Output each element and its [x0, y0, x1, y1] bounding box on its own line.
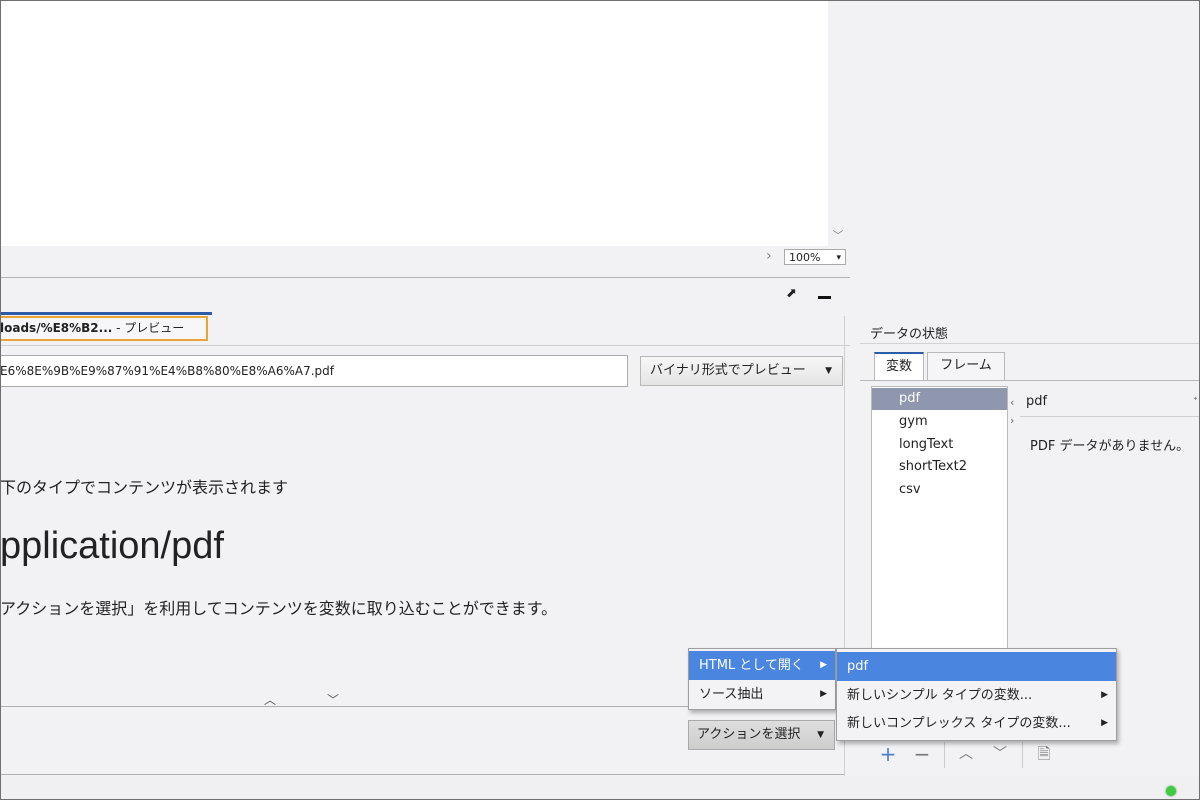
menu-item-open-as-html[interactable]: HTML として開く ▶ — [689, 651, 835, 680]
action-area-divider — [0, 706, 690, 707]
list-item[interactable]: pdf — [872, 388, 1007, 410]
move-down-icon[interactable]: ﹀ — [986, 740, 1014, 768]
binary-preview-button[interactable]: バイナリ形式でプレビュー ▼ — [640, 356, 843, 386]
select-action-button[interactable]: アクションを選択 ▼ — [688, 720, 835, 750]
data-panel-title-divider — [860, 343, 1200, 344]
list-item[interactable]: shortText2 — [872, 456, 1007, 478]
move-up-icon[interactable]: ︿ — [952, 740, 980, 768]
menu-item-label: HTML として開く — [699, 658, 804, 673]
zoom-toolbar — [0, 246, 850, 268]
menu-item-label: ソース抽出 — [699, 687, 764, 702]
list-item[interactable]: csv — [872, 479, 1007, 501]
remove-icon[interactable]: − — [908, 740, 936, 768]
submenu-arrow-icon: ▶ — [1101, 718, 1108, 728]
list-item[interactable]: longText — [872, 434, 1007, 456]
chevron-right-icon[interactable]: › — [766, 248, 772, 264]
toolbar-separator — [944, 742, 945, 768]
menu-item-extract-source[interactable]: ソース抽出 ▶ — [689, 680, 835, 709]
tab-variables[interactable]: 変数 — [874, 352, 924, 380]
undock-icon[interactable]: ⬈ — [786, 287, 800, 301]
expand-right-icon[interactable]: › — [1010, 414, 1014, 427]
tab-preview[interactable]: loads/%E8%B2... - プレビュー — [0, 316, 208, 341]
zoom-select[interactable]: 100% ▾ — [784, 249, 846, 265]
status-bar — [0, 776, 1200, 800]
detail-column-edge-icon: ᐩ — [1193, 394, 1198, 408]
tab-preview-path: loads/%E8%B2... — [0, 321, 113, 335]
mime-type-heading: pplication/pdf — [0, 525, 224, 567]
binary-preview-label: バイナリ形式でプレビュー — [650, 363, 806, 378]
open-as-html-submenu: pdf 新しいシンプル タイプの変数... ▶ 新しいコンプレックス タイプの変… — [836, 648, 1117, 741]
data-tabs-divider — [860, 380, 1200, 381]
toolbar-separator — [1022, 742, 1023, 768]
preview-canvas — [0, 0, 828, 246]
detail-divider — [1020, 416, 1200, 417]
data-panel-title: データの状態 — [870, 327, 949, 342]
variable-toolbar: + − ︿ ﹀ 🗎 — [870, 740, 1065, 770]
add-icon[interactable]: + — [874, 740, 902, 768]
zoom-value: 100% — [789, 251, 821, 264]
submenu-item-pdf[interactable]: pdf — [837, 652, 1116, 681]
tabs-divider — [0, 345, 850, 346]
panel-bottom-divider — [0, 774, 844, 775]
submenu-arrow-icon: ▶ — [820, 689, 827, 699]
minimize-icon[interactable] — [818, 296, 831, 299]
chevron-down-icon: ▾ — [836, 253, 841, 263]
tab-accent-bar — [0, 312, 212, 315]
select-action-label: アクションを選択 — [697, 727, 801, 742]
panel-divider — [0, 277, 850, 278]
submenu-item-new-simple-variable[interactable]: 新しいシンプル タイプの変数... ▶ — [837, 681, 1116, 710]
submenu-arrow-icon: ▶ — [820, 660, 827, 670]
variable-list: pdf gym longText shortText2 csv — [871, 386, 1008, 656]
content-type-message: 下のタイプでコンテンツが表示されます — [0, 478, 289, 497]
tab-frames[interactable]: フレーム — [927, 352, 1005, 380]
menu-item-label: 新しいシンプル タイプの変数... — [847, 688, 1033, 703]
action-hint-message: アクションを選択」を利用してコンテンツを変数に取り込むことができます。 — [0, 599, 558, 618]
menu-item-label: 新しいコンプレックス タイプの変数... — [847, 716, 1071, 731]
variable-detail-message: PDF データがありません。 — [1030, 439, 1190, 454]
url-field[interactable]: E6%8E%9B%E9%87%91%E4%B8%80%E8%A6%A7.pdf — [0, 355, 628, 387]
tab-preview-suffix: - プレビュー — [112, 321, 185, 335]
caret-down-icon: ▼ — [825, 366, 832, 376]
submenu-arrow-icon: ▶ — [1101, 690, 1108, 700]
status-indicator-icon — [1166, 786, 1176, 796]
caret-down-icon: ▼ — [817, 730, 824, 740]
list-item[interactable]: gym — [872, 411, 1007, 433]
collapse-left-icon[interactable]: ‹ — [1010, 396, 1014, 409]
scroll-down-icon[interactable]: ﹀ — [831, 229, 845, 243]
preview-side-area — [828, 0, 1200, 316]
menu-item-label: pdf — [847, 659, 869, 674]
submenu-item-new-complex-variable[interactable]: 新しいコンプレックス タイプの変数... ▶ — [837, 709, 1116, 738]
variable-detail-header: pdf — [1026, 394, 1048, 409]
action-menu: HTML として開く ▶ ソース抽出 ▶ — [688, 648, 836, 710]
edit-document-icon[interactable]: 🗎 — [1030, 740, 1058, 768]
